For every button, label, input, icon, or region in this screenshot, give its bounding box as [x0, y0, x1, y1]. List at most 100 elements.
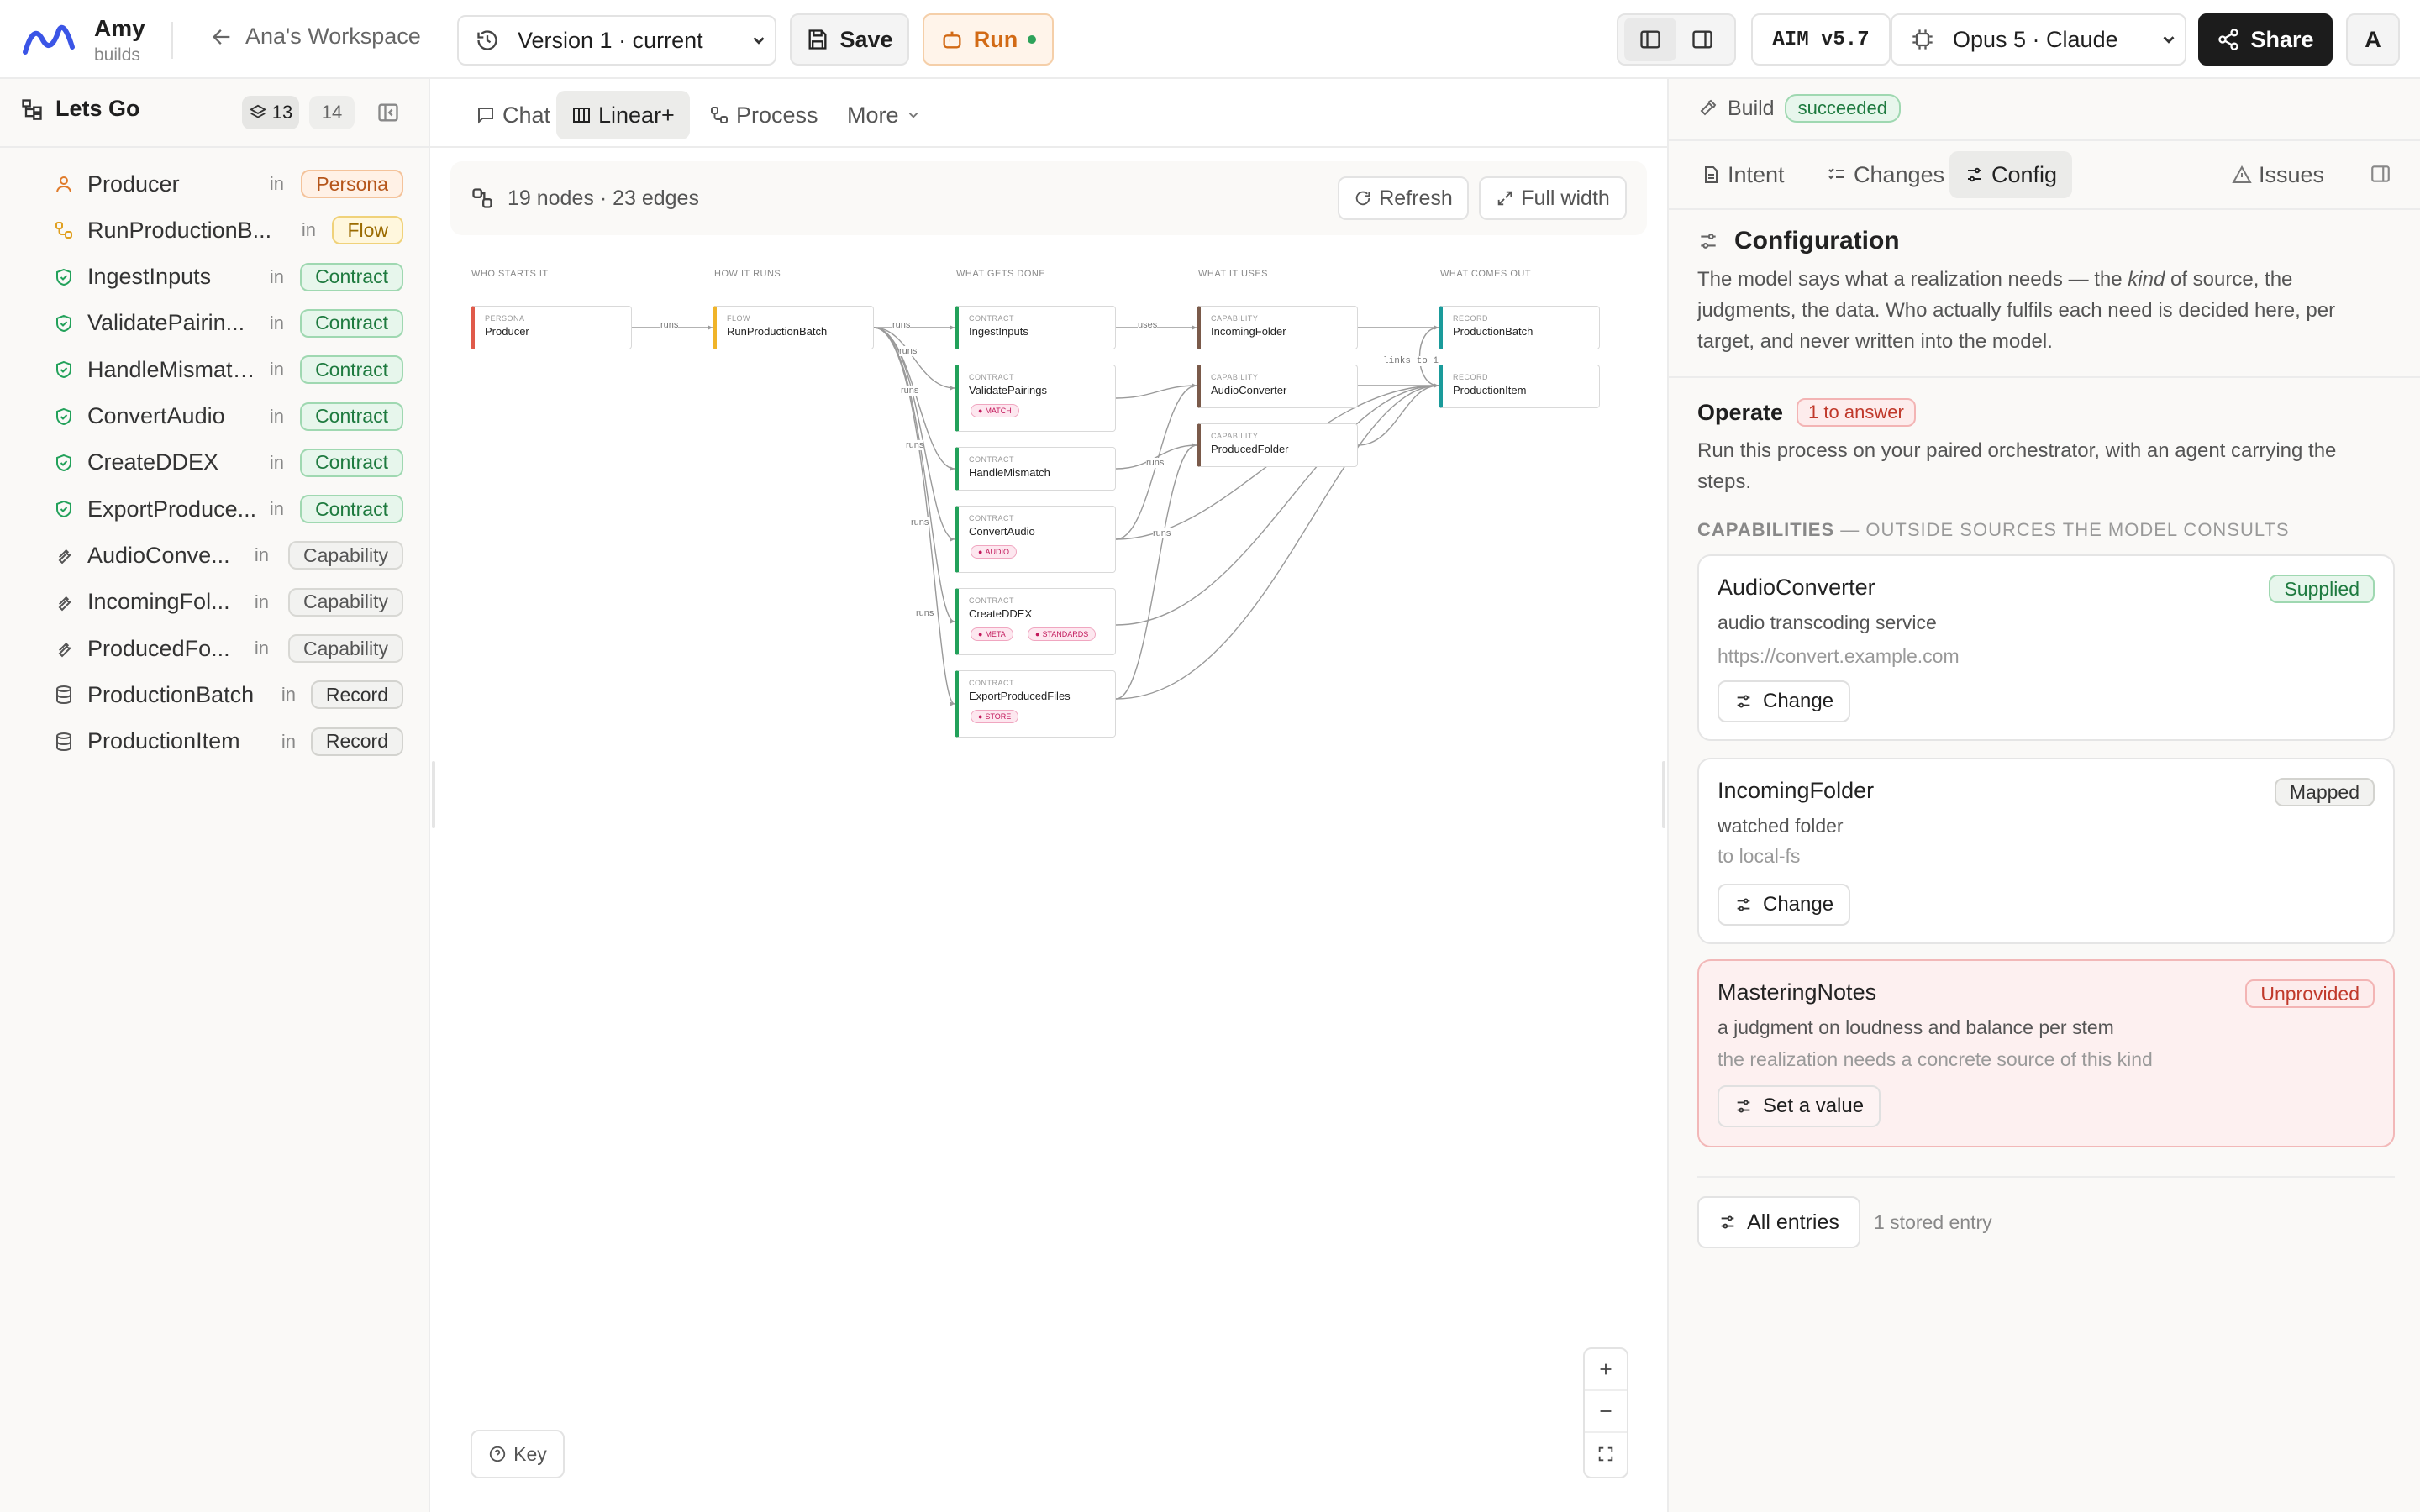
settings-icon — [1734, 692, 1753, 711]
node-production-batch[interactable]: RECORD ProductionBatch — [1439, 306, 1600, 349]
kind-badge: Contract — [300, 355, 403, 385]
zoom-controls — [1583, 1347, 1628, 1478]
share-button[interactable]: Share — [2198, 13, 2333, 66]
operate-badge: 1 to answer — [1797, 398, 1916, 427]
node-name: AudioConverter — [1211, 384, 1287, 396]
sidebar-right-icon — [1691, 28, 1714, 51]
version-select[interactable]: Version 1 · current — [457, 15, 776, 66]
sidebar-item[interactable]: CreateDDEX in Contract — [54, 441, 403, 485]
tag-audio: ● AUDIO — [971, 545, 1017, 559]
tab-issues[interactable]: Issues — [2217, 151, 2339, 198]
change-button[interactable]: Change — [1718, 680, 1851, 722]
node-producer[interactable]: PERSONA Producer — [471, 306, 632, 349]
save-button[interactable]: Save — [790, 13, 909, 66]
kind-badge: Contract — [300, 308, 403, 338]
config-panel: Build succeeded Intent Changes Config Is… — [1667, 79, 2420, 1512]
sidebar-item[interactable]: ConvertAudio in Contract — [54, 395, 403, 438]
sidebar-item-label: RunProductionB... — [87, 217, 272, 243]
run-status-dot — [1028, 35, 1037, 44]
sidebar: Lets Go 13 14 Producer in Persona RunProduc… — [0, 79, 430, 1512]
node-ingest-inputs[interactable]: CONTRACT IngestInputs — [955, 306, 1116, 349]
edge-label: runs — [906, 440, 924, 450]
node-run-production-batch[interactable]: FLOW RunProductionBatch — [713, 306, 874, 349]
node-name: ValidatePairings — [969, 384, 1047, 396]
collapse-panel-button[interactable] — [2370, 163, 2391, 189]
zoom-in-button[interactable] — [1585, 1349, 1627, 1391]
node-create-ddex[interactable]: CONTRACT CreateDDEX ● META ● STANDARDS — [955, 588, 1116, 655]
sidebar-item[interactable]: ProducedFo... in Capability — [54, 627, 403, 670]
user-avatar[interactable]: A — [2346, 13, 2400, 66]
layers-count-badge[interactable]: 13 — [242, 96, 299, 129]
sidebar-item[interactable]: ExportProduce... in Contract — [54, 487, 403, 531]
node-convert-audio[interactable]: CONTRACT ConvertAudio ● AUDIO — [955, 506, 1116, 573]
sliders-icon — [1697, 230, 1719, 252]
change-label: Change — [1763, 893, 1834, 916]
back-to-workspace[interactable]: Ana's Workspace — [210, 24, 421, 50]
node-name: IncomingFolder — [1211, 325, 1286, 338]
sidebar-item-label: ValidatePairin... — [87, 310, 245, 336]
tab-intent[interactable]: Intent — [1686, 151, 1800, 198]
node-kind: CONTRACT — [969, 314, 1014, 323]
database-icon — [54, 732, 74, 752]
capability-card-audio-converter[interactable]: AudioConverter Supplied audio transcodin… — [1697, 554, 2395, 741]
node-produced-folder[interactable]: CAPABILITY ProducedFolder — [1197, 423, 1358, 467]
sidebar-item-in: in — [254, 591, 269, 612]
right-panel-toggle[interactable] — [1676, 18, 1728, 61]
tag-standards: ● STANDARDS — [1028, 627, 1097, 641]
key-button[interactable]: Key — [471, 1430, 565, 1478]
sidebar-item[interactable]: ValidatePairin... in Contract — [54, 302, 403, 345]
capability-card-incoming-folder[interactable]: IncomingFolder Mapped watched folder to … — [1697, 758, 2395, 944]
model-select[interactable]: Opus 5 · Claude — [1891, 13, 2186, 66]
key-label: Key — [513, 1442, 547, 1465]
run-button[interactable]: Run — [923, 13, 1054, 66]
aim-version-badge[interactable]: AIM v5.7 — [1751, 13, 1891, 66]
node-handle-mismatch[interactable]: CONTRACT HandleMismatch — [955, 447, 1116, 491]
node-production-item[interactable]: RECORD ProductionItem — [1439, 365, 1600, 408]
status-badge-mapped: Mapped — [2274, 778, 2375, 806]
sidebar-item[interactable]: IngestInputs in Contract — [54, 255, 403, 299]
sidebar-item[interactable]: HandleMismatc... in Contract — [54, 348, 403, 391]
all-entries-button[interactable]: All entries — [1697, 1196, 1860, 1248]
model-label: Opus 5 · Claude — [1953, 26, 2118, 52]
capabilities-subheading: — OUTSIDE SOURCES THE MODEL CONSULTS — [1834, 519, 2290, 540]
run-label: Run — [973, 26, 1018, 52]
section-divider — [1669, 376, 2420, 378]
collapse-sidebar-button[interactable] — [376, 101, 400, 129]
sidebar-item[interactable]: RunProductionB... in Flow — [54, 208, 403, 252]
sidebar-item-in: in — [269, 312, 284, 333]
set-value-button[interactable]: Set a value — [1718, 1085, 1881, 1127]
amy-logo-icon[interactable] — [22, 18, 76, 60]
tab-config[interactable]: Config — [1949, 151, 2073, 198]
node-audio-converter[interactable]: CAPABILITY AudioConverter — [1197, 365, 1358, 408]
zoom-out-button[interactable] — [1585, 1391, 1627, 1433]
tag-match: ● MATCH — [971, 404, 1019, 417]
capability-card-mastering-notes[interactable]: MasteringNotes Unprovided a judgment on … — [1697, 959, 2395, 1147]
sidebar-item[interactable]: AudioConve... in Capability — [54, 533, 403, 577]
chevron-down-icon — [750, 31, 768, 50]
node-export-produced-files[interactable]: CONTRACT ExportProducedFiles ● STORE — [955, 670, 1116, 738]
total-count-badge[interactable]: 14 — [309, 96, 355, 129]
flow-icon — [54, 220, 74, 240]
file-text-icon — [1701, 165, 1721, 185]
sidebar-item[interactable]: ProductionItem in Record — [54, 720, 403, 764]
resize-handle-right[interactable] — [1662, 761, 1665, 828]
left-panel-toggle[interactable] — [1624, 18, 1676, 61]
list-checks-icon — [1827, 165, 1847, 185]
node-incoming-folder[interactable]: CAPABILITY IncomingFolder — [1197, 306, 1358, 349]
fit-view-button[interactable] — [1585, 1433, 1627, 1475]
sidebar-item[interactable]: Producer in Persona — [54, 162, 403, 206]
sidebar-item-label: IngestInputs — [87, 264, 212, 290]
node-validate-pairings[interactable]: CONTRACT ValidatePairings ● MATCH — [955, 365, 1116, 432]
node-name: RunProductionBatch — [727, 325, 828, 338]
node-kind: CAPABILITY — [1211, 314, 1259, 323]
change-button[interactable]: Change — [1718, 884, 1851, 926]
sidebar-item[interactable]: IncomingFol... in Capability — [54, 580, 403, 624]
tab-changes[interactable]: Changes — [1812, 151, 1960, 198]
resize-handle-left[interactable] — [432, 761, 435, 828]
layout-toggle-group — [1617, 13, 1736, 66]
wrench-icon — [54, 545, 74, 565]
sidebar-item[interactable]: ProductionBatch in Record — [54, 673, 403, 717]
panel-header-divider — [1669, 139, 2420, 141]
node-name: ProducedFolder — [1211, 443, 1289, 455]
divider — [171, 22, 173, 59]
